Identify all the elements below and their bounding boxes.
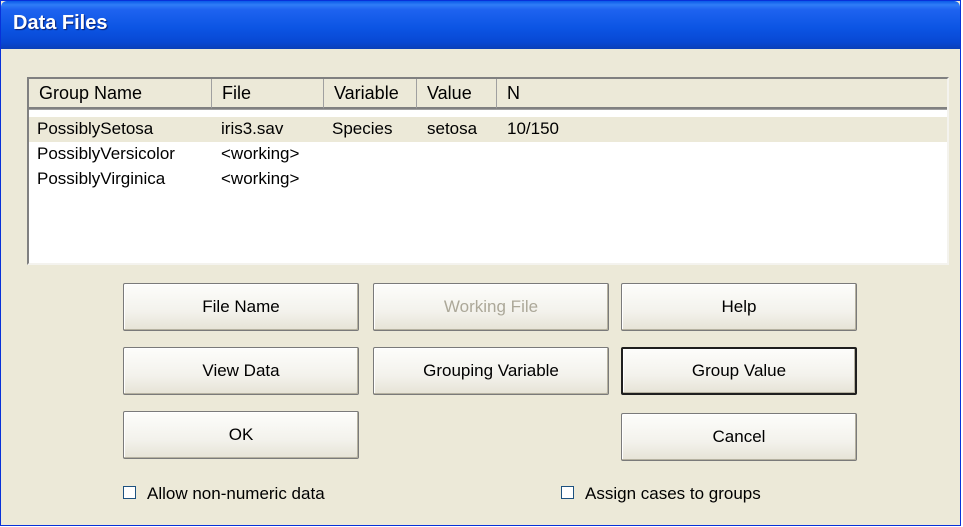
group-value-button[interactable]: Group Value: [621, 347, 857, 395]
ok-button[interactable]: OK: [123, 411, 359, 459]
row-n: 10/150: [507, 119, 559, 138]
data-files-dialog: Data Files Group Name File Variable Valu…: [0, 0, 961, 526]
groups-list[interactable]: Group Name File Variable Value N Possibl…: [27, 77, 949, 265]
checkbox-label: Allow non-numeric data: [147, 484, 325, 503]
row-file: <working>: [221, 144, 300, 163]
column-header-n[interactable]: N: [497, 79, 947, 109]
list-header: Group Name File Variable Value N: [29, 79, 947, 110]
list-row-possibly-setosa[interactable]: PossiblySetosa iris3.sav Species setosa …: [29, 117, 947, 142]
row-file: iris3.sav: [221, 119, 284, 138]
list-row-possibly-versicolor[interactable]: PossiblyVersicolor <working>: [29, 142, 947, 167]
checkbox-box[interactable]: [561, 486, 574, 499]
grouping-variable-button[interactable]: Grouping Variable: [373, 347, 609, 395]
column-header-variable[interactable]: Variable: [324, 79, 417, 109]
row-variable: Species: [332, 119, 393, 138]
working-file-button[interactable]: Working File: [373, 283, 609, 331]
row-value: setosa: [427, 119, 478, 138]
row-group-name: PossiblySetosa: [37, 119, 154, 138]
checkbox-label: Assign cases to groups: [585, 484, 761, 503]
row-group-name: PossiblyVirginica: [37, 169, 166, 188]
column-header-file[interactable]: File: [212, 79, 324, 109]
row-group-name: PossiblyVersicolor: [37, 144, 175, 163]
cancel-button[interactable]: Cancel: [621, 413, 857, 461]
window-title: Data Files: [13, 12, 108, 34]
row-file: <working>: [221, 169, 300, 188]
help-button[interactable]: Help: [621, 283, 857, 331]
view-data-button[interactable]: View Data: [123, 347, 359, 395]
list-row-possibly-virginica[interactable]: PossiblyVirginica <working>: [29, 167, 947, 192]
file-name-button[interactable]: File Name: [123, 283, 359, 331]
title-bar[interactable]: Data Files: [1, 1, 960, 49]
column-header-group-name[interactable]: Group Name: [29, 79, 212, 109]
checkbox-box[interactable]: [123, 486, 136, 499]
column-header-value[interactable]: Value: [417, 79, 497, 109]
